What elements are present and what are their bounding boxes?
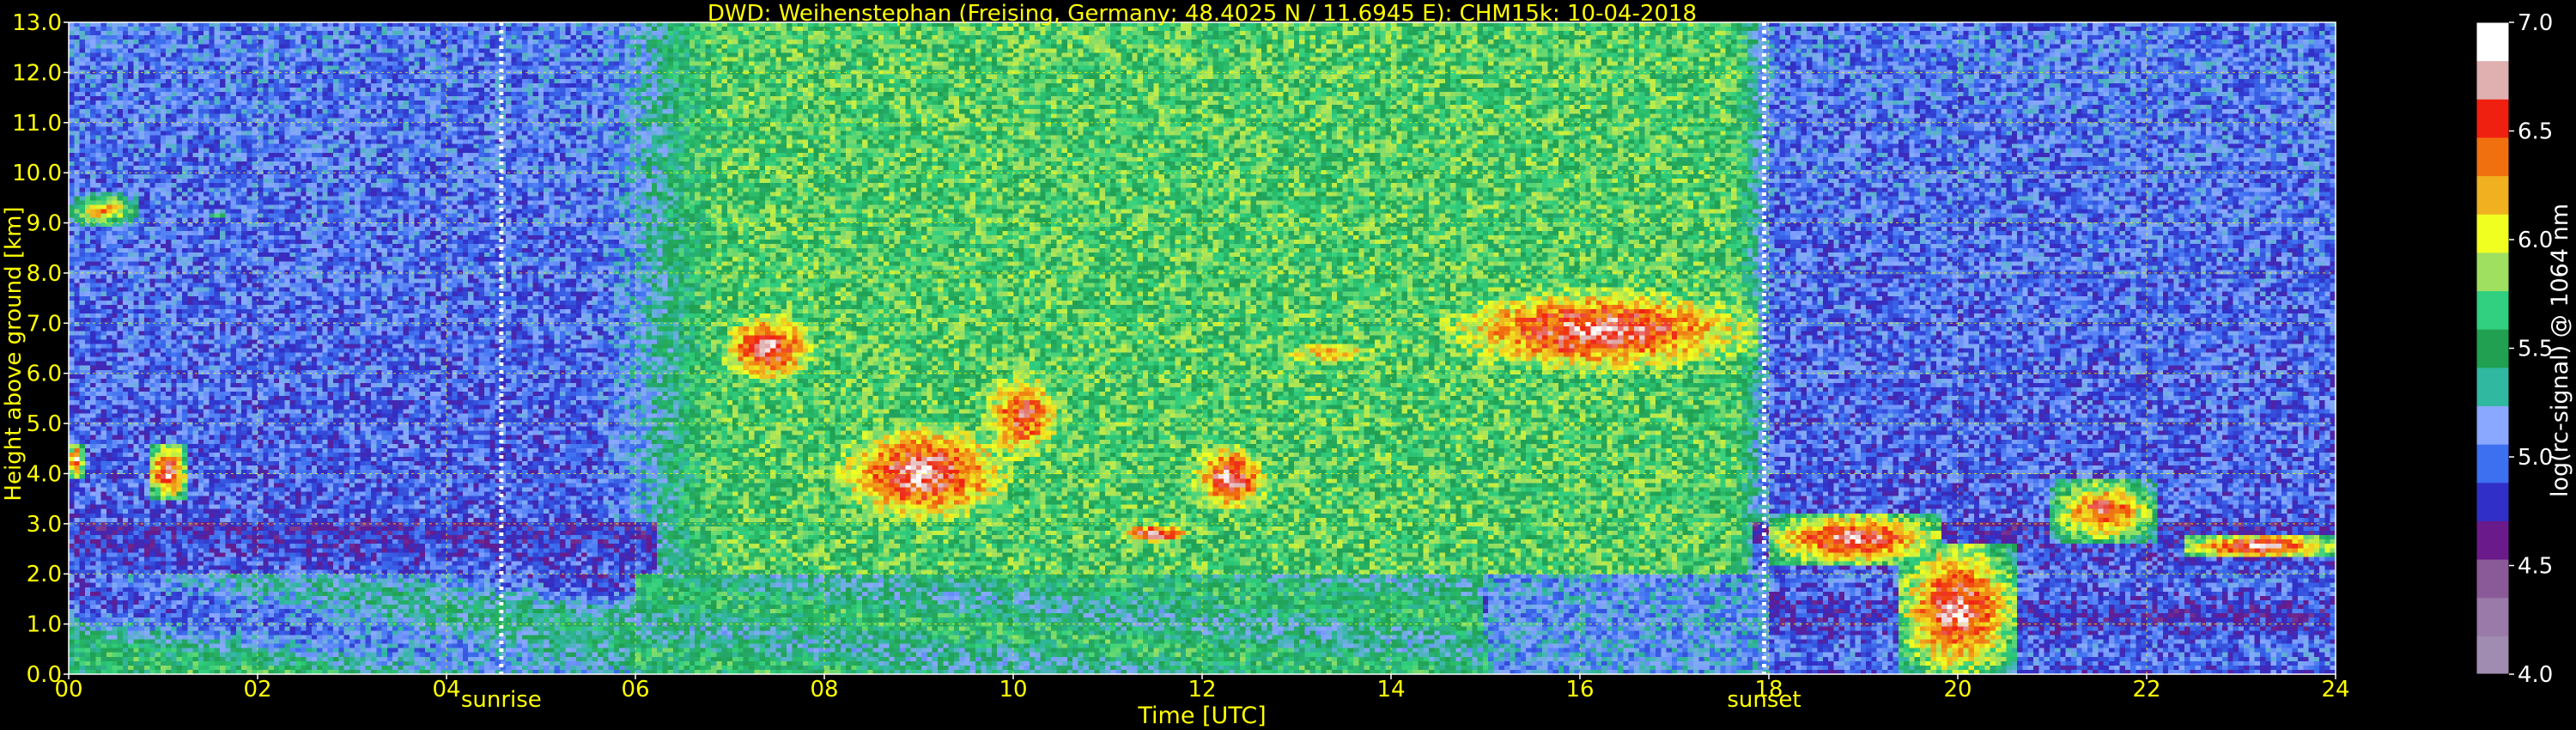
colorbar-tick-label: 7.0: [2518, 10, 2553, 36]
y-tick-label: 4.0: [27, 461, 62, 487]
x-tick-label: 12: [1188, 677, 1216, 703]
colorbar-segment: [2476, 22, 2509, 62]
colorbar-segment: [2476, 329, 2509, 368]
y-tick-label: 8.0: [27, 261, 62, 287]
colorbar-segment: [2476, 252, 2509, 292]
x-tick-label: 10: [999, 677, 1027, 703]
colorbar-segment: [2476, 60, 2509, 100]
y-tick-label: 5.0: [27, 411, 62, 437]
x-tick-label: 02: [243, 677, 271, 703]
x-tick-label: 24: [2321, 677, 2349, 703]
x-axis-label: Time [UTC]: [1137, 703, 1266, 729]
colorbar-segment: [2476, 597, 2509, 636]
colorbar-segment: [2476, 99, 2509, 138]
colorbar-tick-label: 6.5: [2518, 119, 2553, 145]
y-tick-label: 11.0: [12, 111, 62, 137]
y-tick-label: 13.0: [12, 10, 62, 36]
colorbar-segment: [2476, 559, 2509, 599]
y-axis-label: Height above ground [km]: [1, 206, 27, 501]
colorbar-segment: [2476, 636, 2509, 675]
colorbar-tick-label: 4.5: [2518, 554, 2553, 580]
x-tick-label: 20: [1943, 677, 1971, 703]
y-tick-label: 12.0: [12, 60, 62, 86]
sunrise-label: sunrise: [461, 687, 542, 713]
colorbar-segment: [2476, 137, 2509, 177]
x-tick-label: 22: [2132, 677, 2160, 703]
colorbar-segment: [2476, 405, 2509, 445]
colorbar-segment: [2476, 482, 2509, 521]
colorbar-segment: [2476, 214, 2509, 253]
colorbar-segment: [2476, 520, 2509, 560]
x-tick-label: 18: [1754, 677, 1783, 703]
x-tick-label: 06: [621, 677, 649, 703]
x-tick-label: 14: [1376, 677, 1405, 703]
colorbar-segment: [2476, 367, 2509, 406]
colorbar-segment: [2476, 175, 2509, 215]
y-tick-label: 1.0: [27, 612, 62, 638]
y-tick-label: 9.0: [27, 211, 62, 237]
ceilometer-chart: sunrise sunset 00 02 04 06 08 10 12 14 16 18 20 22 24…: [0, 0, 2576, 730]
chart-title: DWD: Weihenstephan (Freising, Germany; 4…: [708, 1, 1697, 27]
x-tick-label: 08: [810, 677, 838, 703]
colorbar-tick-label: 4.0: [2518, 662, 2553, 688]
x-tick-label: 16: [1565, 677, 1594, 703]
y-tick-label: 7.0: [27, 311, 62, 337]
y-tick-label: 0.0: [27, 662, 62, 688]
y-tick-label: 6.0: [27, 362, 62, 387]
x-tick-label: 04: [432, 677, 460, 703]
y-tick-label: 2.0: [27, 562, 62, 587]
y-tick-label: 10.0: [12, 161, 62, 186]
colorbar-label: log(rc-signal) @ 1064 nm: [2547, 204, 2573, 497]
colorbar-segment: [2476, 444, 2509, 484]
y-tick-label: 3.0: [27, 512, 62, 538]
colorbar-segment: [2476, 290, 2509, 330]
